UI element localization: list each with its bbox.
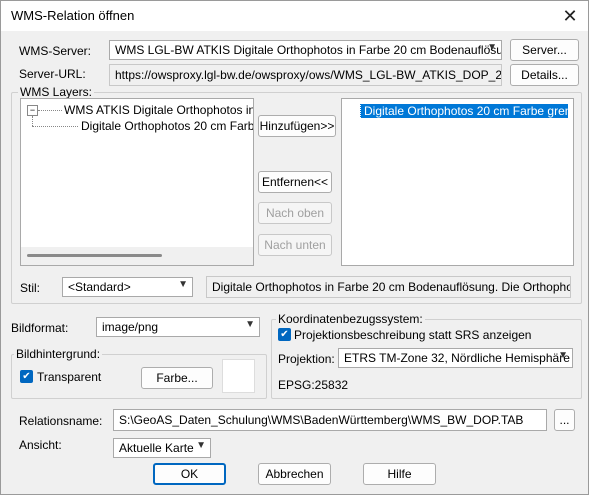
chevron-down-icon: ▼ (487, 42, 497, 53)
checkmark-icon[interactable]: ✔ (278, 328, 291, 341)
dialog-window: WMS-Relation öffnen ✕ WMS-Server: WMS LG… (0, 0, 589, 495)
remove-button[interactable]: Entfernen<< (258, 171, 332, 193)
list-item[interactable]: Digitale Orthophotos 20 cm Farbe grenzüb… (360, 104, 568, 118)
title-bar: WMS-Relation öffnen ✕ (1, 1, 588, 31)
tree-connector-vertical (32, 116, 33, 126)
chevron-down-icon: ▼ (178, 279, 188, 290)
server-label: WMS-Server: (19, 44, 91, 58)
browse-button[interactable]: ... (554, 409, 575, 431)
move-up-button[interactable]: Nach oben (258, 202, 332, 224)
selected-layers-list[interactable]: Digitale Orthophotos 20 cm Farbe grenzüb… (341, 98, 574, 266)
relation-value: S:\GeoAS_Daten_Schulung\WMS\BadenWürttem… (119, 413, 524, 427)
view-label: Ansicht: (19, 438, 62, 452)
epsg-code: EPSG:25832 (278, 378, 349, 392)
style-description[interactable]: Digitale Orthophotos in Farbe 20 cm Bode… (206, 276, 571, 298)
server-select[interactable]: WMS LGL-BW ATKIS Digitale Orthophotos in… (109, 40, 502, 60)
relation-input[interactable]: S:\GeoAS_Daten_Schulung\WMS\BadenWürttem… (113, 409, 547, 431)
checkmark-icon[interactable]: ✔ (20, 370, 33, 383)
collapse-icon[interactable]: − (27, 105, 38, 116)
style-label: Stil: (20, 281, 41, 295)
background-label: Bildhintergrund: (14, 347, 103, 361)
selected-layer: Digitale Orthophotos 20 cm Farbe grenzüb… (360, 104, 568, 118)
ok-button[interactable]: OK (153, 463, 226, 485)
help-button[interactable]: Hilfe (363, 463, 436, 485)
view-select[interactable]: Aktuelle Karte ▼ (113, 438, 211, 458)
url-field[interactable]: https://owsproxy.lgl-bw.de/owsproxy/ows/… (109, 64, 502, 86)
relation-label: Relationsname: (19, 414, 103, 428)
style-value: <Standard> (68, 280, 131, 294)
server-button[interactable]: Server... (510, 39, 579, 61)
style-select[interactable]: <Standard> ▼ (62, 277, 193, 297)
scrollbar-thumb[interactable] (27, 254, 162, 257)
format-value: image/png (102, 320, 159, 334)
projection-select[interactable]: ETRS TM-Zone 32, Nördliche Hemisphäre (E… (338, 348, 573, 368)
url-label: Server-URL: (19, 67, 86, 81)
layers-label: WMS Layers: (18, 85, 95, 99)
format-select[interactable]: image/png ▼ (96, 317, 260, 337)
details-button[interactable]: Details... (510, 64, 579, 86)
projdesc-label: Projektionsbeschreibung statt SRS anzeig… (294, 328, 532, 342)
transparent-label: Transparent (37, 370, 102, 384)
cancel-button[interactable]: Abbrechen (258, 463, 331, 485)
add-button[interactable]: Hinzufügen>> (258, 115, 336, 137)
layer-tree[interactable]: − WMS ATKIS Digitale Orthophotos in Farb… (20, 98, 254, 266)
tree-connector-child (32, 126, 78, 127)
color-button[interactable]: Farbe... (141, 367, 213, 389)
chevron-down-icon: ▼ (558, 350, 568, 361)
color-swatch (222, 359, 255, 393)
view-value: Aktuelle Karte (119, 441, 194, 455)
url-value: https://owsproxy.lgl-bw.de/owsproxy/ows/… (115, 68, 502, 82)
close-icon[interactable]: ✕ (558, 4, 582, 28)
horizontal-scrollbar[interactable] (21, 247, 253, 265)
format-label: Bildformat: (11, 321, 69, 335)
crs-label: Koordinatenbezugssystem: (276, 312, 425, 326)
style-description-text: Digitale Orthophotos in Farbe 20 cm Bode… (212, 280, 571, 294)
move-down-button[interactable]: Nach unten (258, 234, 332, 256)
chevron-down-icon: ▼ (196, 440, 206, 451)
projection-label: Projektion: (278, 352, 335, 366)
tree-connector (38, 110, 62, 111)
dialog-title: WMS-Relation öffnen (11, 8, 135, 23)
chevron-down-icon: ▼ (245, 319, 255, 330)
tree-child-node[interactable]: Digitale Orthophotos 20 cm Farbe grenzüb… (81, 119, 253, 133)
tree-root-node[interactable]: WMS ATKIS Digitale Orthophotos in Farbe … (64, 103, 253, 117)
server-value: WMS LGL-BW ATKIS Digitale Orthophotos in… (115, 43, 502, 57)
projection-value: ETRS TM-Zone 32, Nördliche Hemisphäre (E… (344, 351, 572, 365)
